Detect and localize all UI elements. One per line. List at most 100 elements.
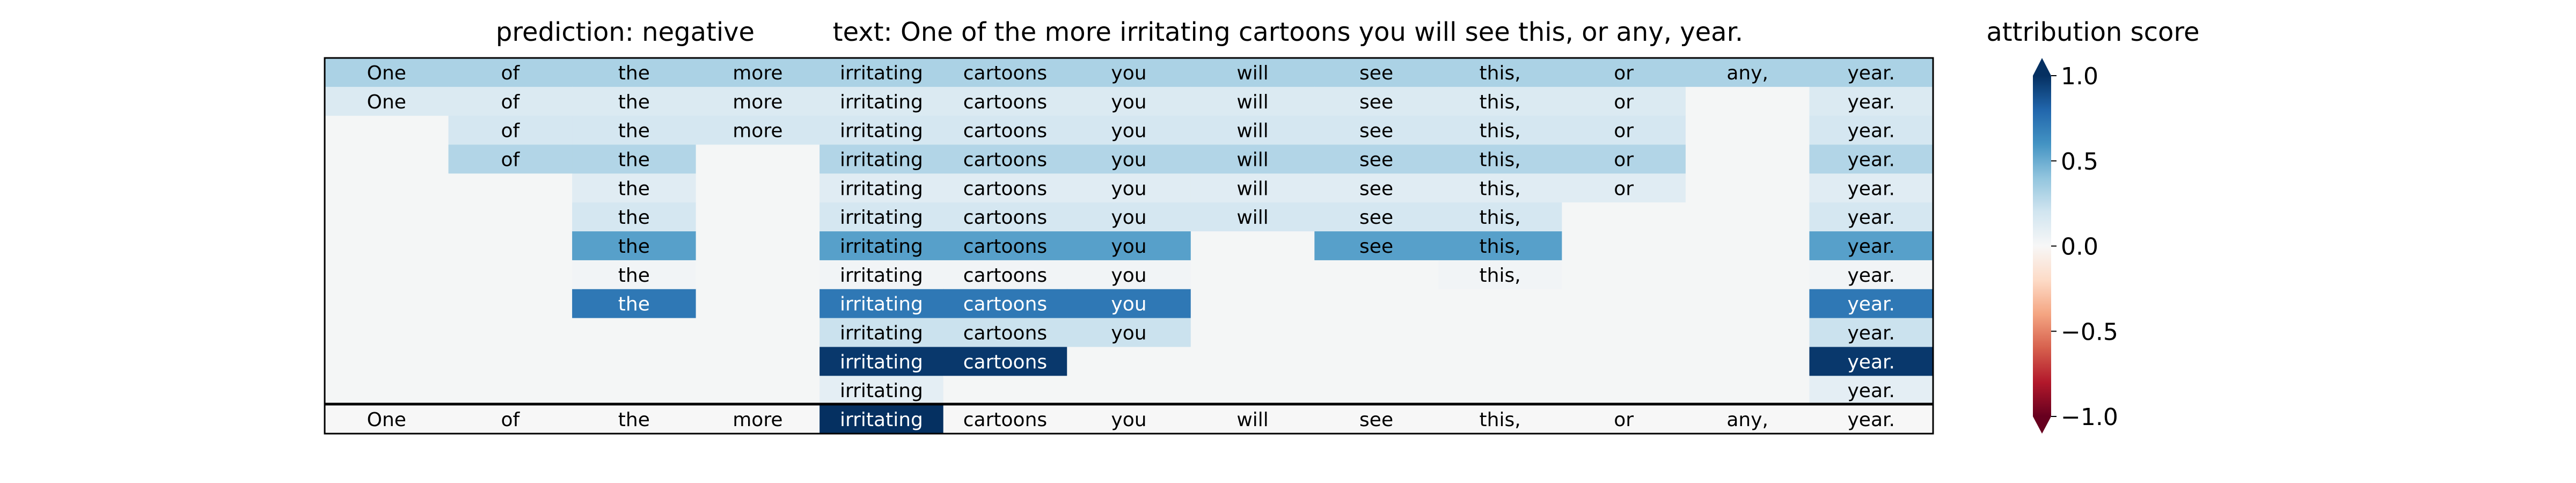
cell-token-label: this, [1480, 236, 1521, 258]
empty-cell [1685, 376, 1810, 405]
cell-token-label: you [1111, 265, 1146, 287]
cell-token-label: this, [1480, 265, 1521, 287]
cell-token-label: One [367, 409, 406, 431]
empty-cell [696, 376, 820, 405]
cell-token-label: year. [1848, 91, 1895, 113]
cell-token-label: cartoons [963, 91, 1047, 113]
cell-token-label: or [1614, 409, 1634, 431]
cell-token-label: irritating [840, 380, 923, 402]
empty-cell [1190, 318, 1315, 348]
cell-token-label: you [1111, 91, 1146, 113]
empty-cell [1685, 347, 1810, 376]
colorbar: 1.0 0.5 0.0 −0.5 −1.0 [2033, 58, 2118, 434]
empty-cell [1685, 289, 1810, 319]
cell-token-label: see [1359, 207, 1393, 229]
empty-cell [696, 173, 820, 203]
cell-token-label: this, [1480, 409, 1521, 431]
empty-cell [1314, 376, 1439, 405]
cell-token-label: irritating [840, 409, 923, 431]
cell-token-label: irritating [840, 120, 923, 142]
cell-token-label: you [1111, 149, 1146, 171]
empty-cell [1685, 173, 1810, 203]
empty-cell [1438, 289, 1562, 319]
empty-cell [325, 260, 449, 290]
cell-token-label: irritating [840, 91, 923, 113]
empty-cell [572, 376, 697, 405]
cell-token-label: this, [1480, 120, 1521, 142]
cell-token-label: irritating [840, 207, 923, 229]
empty-cell [1314, 260, 1439, 290]
empty-cell [1190, 376, 1315, 405]
cell-token-label: see [1359, 149, 1393, 171]
cell-token-label: cartoons [963, 236, 1047, 258]
empty-cell [448, 376, 573, 405]
cell-token-label: year. [1848, 294, 1895, 316]
cell-token-label: you [1111, 207, 1146, 229]
cell-token-label: will [1236, 207, 1268, 229]
cell-token-label: the [618, 265, 650, 287]
colorbar-tick-label: 0.0 [2061, 233, 2098, 261]
empty-cell [325, 202, 449, 232]
cell-token-label: year. [1848, 178, 1895, 200]
cell-token-label: this, [1480, 207, 1521, 229]
empty-cell [1562, 289, 1686, 319]
cell-token-label: more [733, 62, 782, 84]
cell-token-label: you [1111, 294, 1146, 316]
cell-token-label: cartoons [963, 149, 1047, 171]
empty-cell [572, 318, 697, 348]
empty-cell [1438, 347, 1562, 376]
cell-token-label: the [618, 409, 650, 431]
empty-cell [1685, 318, 1810, 348]
cell-token-label: you [1111, 120, 1146, 142]
empty-cell [696, 144, 820, 174]
text-label: text: One of the more irritating cartoon… [833, 17, 1743, 47]
cell-token-label: cartoons [963, 323, 1047, 345]
cell-token-label: irritating [840, 265, 923, 287]
cell-token-label: the [618, 62, 650, 84]
empty-cell [1685, 144, 1810, 174]
empty-cell [325, 115, 449, 145]
cell-token-label: or [1614, 149, 1634, 171]
cell-token-label: will [1236, 120, 1268, 142]
cell-token-label: or [1614, 62, 1634, 84]
cell-token-label: year. [1848, 265, 1895, 287]
cell-token-label: the [618, 294, 650, 316]
empty-cell [1190, 231, 1315, 261]
cell-token-label: cartoons [963, 207, 1047, 229]
cell-token-label: see [1359, 120, 1393, 142]
cell-token-label: will [1236, 178, 1268, 200]
cell-token-label: year. [1848, 62, 1895, 84]
cell-token-label: One [367, 91, 406, 113]
empty-cell [572, 347, 697, 376]
cell-token-label: any, [1726, 409, 1768, 431]
cell-token-label: One [367, 62, 406, 84]
empty-cell [1438, 318, 1562, 348]
cell-token-label: the [618, 236, 650, 258]
cell-token-label: cartoons [963, 351, 1047, 373]
cell-token-label: irritating [840, 323, 923, 345]
cell-token-label: any, [1726, 62, 1768, 84]
cell-token-label: you [1111, 409, 1146, 431]
cell-token-label: see [1359, 178, 1393, 200]
cell-token-label: year. [1848, 380, 1895, 402]
cell-token-label: will [1236, 149, 1268, 171]
cell-token-label: cartoons [963, 62, 1047, 84]
empty-cell [325, 144, 449, 174]
empty-cell [1685, 115, 1810, 145]
cell-token-label: more [733, 91, 782, 113]
colorbar-tick-label: −1.0 [2061, 404, 2118, 431]
empty-cell [325, 231, 449, 261]
cell-token-label: the [618, 120, 650, 142]
empty-cell [1685, 202, 1810, 232]
colorbar-tick-label: −0.5 [2061, 318, 2118, 346]
cell-token-label: see [1359, 91, 1393, 113]
cell-token-label: cartoons [963, 178, 1047, 200]
empty-cell [448, 231, 573, 261]
cell-token-label: year. [1848, 351, 1895, 373]
colorbar-gradient [2033, 76, 2051, 416]
empty-cell [1314, 318, 1439, 348]
empty-cell [1190, 289, 1315, 319]
empty-cell [1314, 289, 1439, 319]
empty-cell [696, 260, 820, 290]
cell-token-label: or [1614, 120, 1634, 142]
